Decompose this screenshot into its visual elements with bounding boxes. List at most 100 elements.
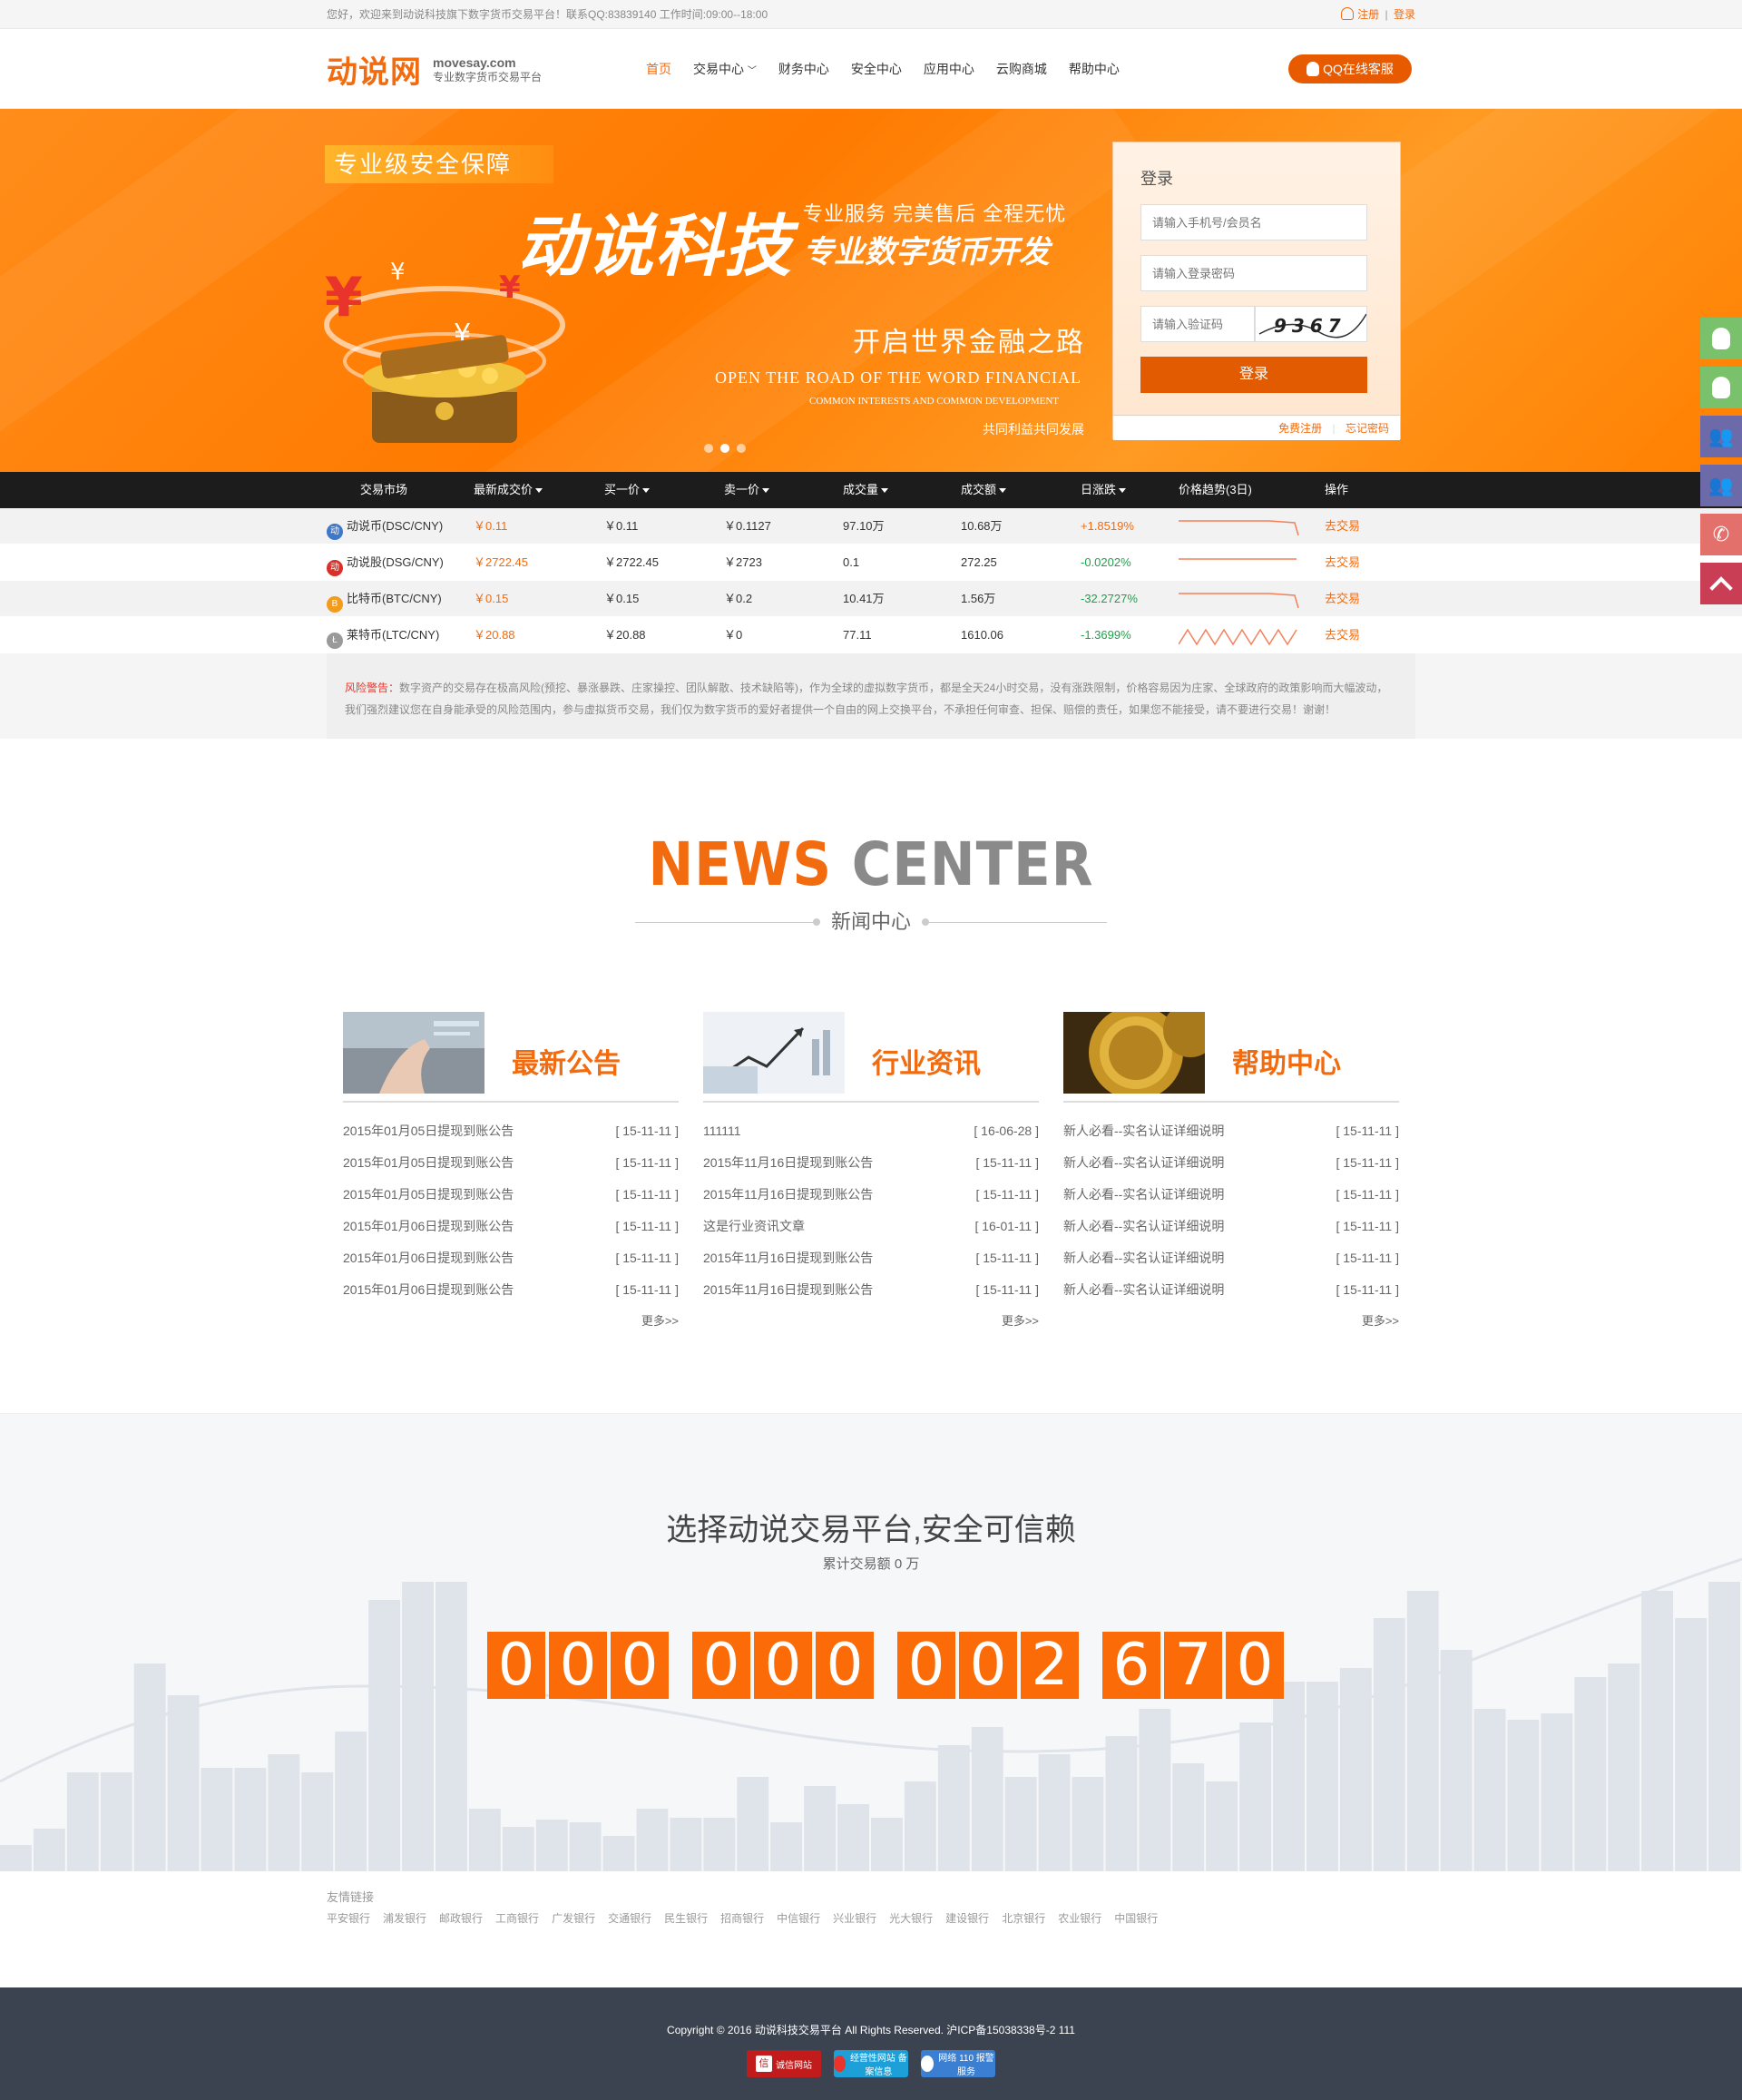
captcha-input[interactable]	[1140, 306, 1255, 342]
friend-link[interactable]: 邮政银行	[439, 1912, 483, 1925]
friend-link[interactable]: 交通银行	[608, 1912, 651, 1925]
news-item[interactable]: 新人必看--实名认证详细说明 [ 15-11-11 ]	[1063, 1211, 1399, 1242]
go-trade-link[interactable]: 去交易	[1325, 508, 1360, 545]
news-item[interactable]: 新人必看--实名认证详细说明 [ 15-11-11 ]	[1063, 1115, 1399, 1147]
go-trade-link[interactable]: 去交易	[1325, 617, 1360, 653]
market-name[interactable]: 动动说股(DSG/CNY)	[327, 545, 444, 581]
news-item[interactable]: 2015年01月05日提现到账公告 [ 15-11-11 ]	[343, 1179, 679, 1211]
news-item[interactable]: 111111 [ 16-06-28 ]	[703, 1115, 1039, 1147]
more-link[interactable]: 更多>>	[1063, 1311, 1399, 1329]
site-logo[interactable]: 动说网 movesay.com 专业数字货币交易平台	[327, 47, 542, 92]
news-column-title[interactable]: 帮助中心	[1232, 1041, 1341, 1081]
friend-link[interactable]: 中国银行	[1114, 1912, 1158, 1925]
news-item-title: 2015年11月16日提现到账公告	[703, 1187, 874, 1202]
free-register-link[interactable]: 免费注册	[1278, 422, 1322, 435]
news-item[interactable]: 2015年01月06日提现到账公告 [ 15-11-11 ]	[343, 1274, 679, 1306]
go-trade-link[interactable]: 去交易	[1325, 545, 1360, 581]
police-badge[interactable]: 网络 110 报警服务	[921, 2050, 995, 2077]
qq-float-button-2[interactable]	[1700, 367, 1742, 408]
carousel-dot[interactable]	[704, 444, 713, 453]
friend-link[interactable]: 民生银行	[664, 1912, 708, 1925]
background-bar	[201, 1768, 233, 1871]
friend-link[interactable]: 兴业银行	[833, 1912, 876, 1925]
news-item[interactable]: 新人必看--实名认证详细说明 [ 15-11-11 ]	[1063, 1242, 1399, 1274]
top-register-link[interactable]: 注册	[1357, 8, 1379, 21]
forgot-password-link[interactable]: 忘记密码	[1346, 422, 1389, 435]
market-table: 交易市场 最新成交价 买一价 卖一价 成交量 成交额 日涨跌 价格趋势(3日) …	[0, 472, 1742, 653]
news-item-title: 新人必看--实名认证详细说明	[1063, 1219, 1225, 1233]
col-ask[interactable]: 卖一价	[724, 472, 770, 508]
news-item[interactable]: 2015年01月05日提现到账公告 [ 15-11-11 ]	[343, 1147, 679, 1179]
col-amount[interactable]: 成交额	[961, 472, 1007, 508]
go-trade-link[interactable]: 去交易	[1325, 581, 1360, 617]
market-name[interactable]: Ł 莱特币(LTC/CNY)	[327, 617, 439, 653]
nav-help-center[interactable]: 帮助中心	[1069, 60, 1120, 78]
friend-link[interactable]: 广发银行	[552, 1912, 595, 1925]
top-login-link[interactable]: 登录	[1394, 8, 1415, 21]
col-change[interactable]: 日涨跌	[1081, 472, 1127, 508]
market-row: B 比特币(BTC/CNY) ￥0.15 ￥0.15 ￥0.2 10.41万 1.56万 -3…	[0, 581, 1742, 617]
friend-link[interactable]: 光大银行	[889, 1912, 933, 1925]
friend-link[interactable]: 浦发银行	[383, 1912, 426, 1925]
site-footer: Copyright © 2016 动说科技交易平台 All Rights Res…	[0, 1987, 1742, 2100]
background-bar	[66, 1772, 99, 1871]
qq-service-button[interactable]: QQ在线客服	[1288, 54, 1412, 83]
col-volume[interactable]: 成交量	[843, 472, 889, 508]
market-name-label: 莱特币(LTC/CNY)	[347, 628, 440, 642]
captcha-image[interactable]: 9367	[1255, 306, 1367, 342]
nav-home[interactable]: 首页	[646, 60, 671, 78]
friend-link[interactable]: 工商银行	[495, 1912, 539, 1925]
nav-cloud-mall[interactable]: 云购商城	[996, 60, 1047, 78]
record-badge[interactable]: 经营性网站 备案信息	[834, 2050, 908, 2077]
market-name[interactable]: 动动说币(DSC/CNY)	[327, 508, 443, 545]
friend-link[interactable]: 建设银行	[945, 1912, 989, 1925]
trust-badge[interactable]: 信诚信网站	[747, 2050, 821, 2077]
news-item[interactable]: 2015年11月16日提现到账公告 [ 15-11-11 ]	[703, 1147, 1039, 1179]
friend-link[interactable]: 招商银行	[720, 1912, 764, 1925]
news-item[interactable]: 2015年11月16日提现到账公告 [ 15-11-11 ]	[703, 1274, 1039, 1306]
nav-security-center[interactable]: 安全中心	[851, 60, 902, 78]
qq-float-button[interactable]	[1700, 318, 1742, 359]
friend-link[interactable]: 平安银行	[327, 1912, 370, 1925]
group-float-button[interactable]: 👥	[1700, 416, 1742, 457]
news-item[interactable]: 2015年01月06日提现到账公告 [ 15-11-11 ]	[343, 1242, 679, 1274]
more-link[interactable]: 更多>>	[703, 1311, 1039, 1329]
news-column-title[interactable]: 行业资讯	[872, 1041, 981, 1081]
col-last-price[interactable]: 最新成交价	[474, 472, 543, 508]
friend-link[interactable]: 中信银行	[777, 1912, 820, 1925]
news-column-image	[343, 1012, 484, 1094]
password-input[interactable]	[1140, 255, 1367, 291]
friend-link[interactable]: 北京银行	[1002, 1912, 1045, 1925]
back-to-top-button[interactable]	[1700, 563, 1742, 604]
background-bar	[770, 1822, 803, 1871]
group-float-button-2[interactable]: 👥	[1700, 465, 1742, 506]
news-item[interactable]: 2015年11月16日提现到账公告 [ 15-11-11 ]	[703, 1179, 1039, 1211]
login-submit-button[interactable]: 登录	[1140, 357, 1367, 393]
more-link[interactable]: 更多>>	[343, 1311, 679, 1329]
credit-icon: 信	[756, 2056, 772, 2072]
col-bid[interactable]: 买一价	[604, 472, 651, 508]
nav-trade-center[interactable]: 交易中心 ﹀	[693, 60, 757, 78]
phone-float-button[interactable]: ✆	[1700, 514, 1742, 555]
news-center: NEWS CENTER 新闻中心 最新公告 2015年01月05日提现到账公告 [ …	[0, 829, 1742, 1329]
daily-change: -32.2727%	[1081, 592, 1138, 605]
news-item-title: 111111	[703, 1124, 741, 1138]
news-item[interactable]: 这是行业资讯文章 [ 16-01-11 ]	[703, 1211, 1039, 1242]
link-separator: |	[1332, 422, 1336, 435]
carousel-dot-active[interactable]	[720, 444, 729, 453]
friend-links-list: 平安银行 浦发银行 邮政银行 工商银行 广发银行 交通银行 民生银行 招商银行 中信银行 兴业银行…	[327, 1910, 1415, 1926]
news-item[interactable]: 新人必看--实名认证详细说明 [ 15-11-11 ]	[1063, 1147, 1399, 1179]
nav-finance-center[interactable]: 财务中心	[778, 60, 829, 78]
nav-app-center[interactable]: 应用中心	[924, 60, 974, 78]
account-input[interactable]	[1140, 204, 1367, 240]
market-name[interactable]: B 比特币(BTC/CNY)	[327, 581, 442, 617]
news-item[interactable]: 2015年11月16日提现到账公告 [ 15-11-11 ]	[703, 1242, 1039, 1274]
news-item[interactable]: 新人必看--实名认证详细说明 [ 15-11-11 ]	[1063, 1274, 1399, 1306]
news-item[interactable]: 2015年01月05日提现到账公告 [ 15-11-11 ]	[343, 1115, 679, 1147]
news-item[interactable]: 新人必看--实名认证详细说明 [ 15-11-11 ]	[1063, 1179, 1399, 1211]
carousel-dot[interactable]	[737, 444, 746, 453]
friend-link[interactable]: 农业银行	[1058, 1912, 1101, 1925]
news-column-title[interactable]: 最新公告	[512, 1041, 621, 1081]
news-item[interactable]: 2015年01月06日提现到账公告 [ 15-11-11 ]	[343, 1211, 679, 1242]
amount: 272.25	[961, 555, 997, 569]
